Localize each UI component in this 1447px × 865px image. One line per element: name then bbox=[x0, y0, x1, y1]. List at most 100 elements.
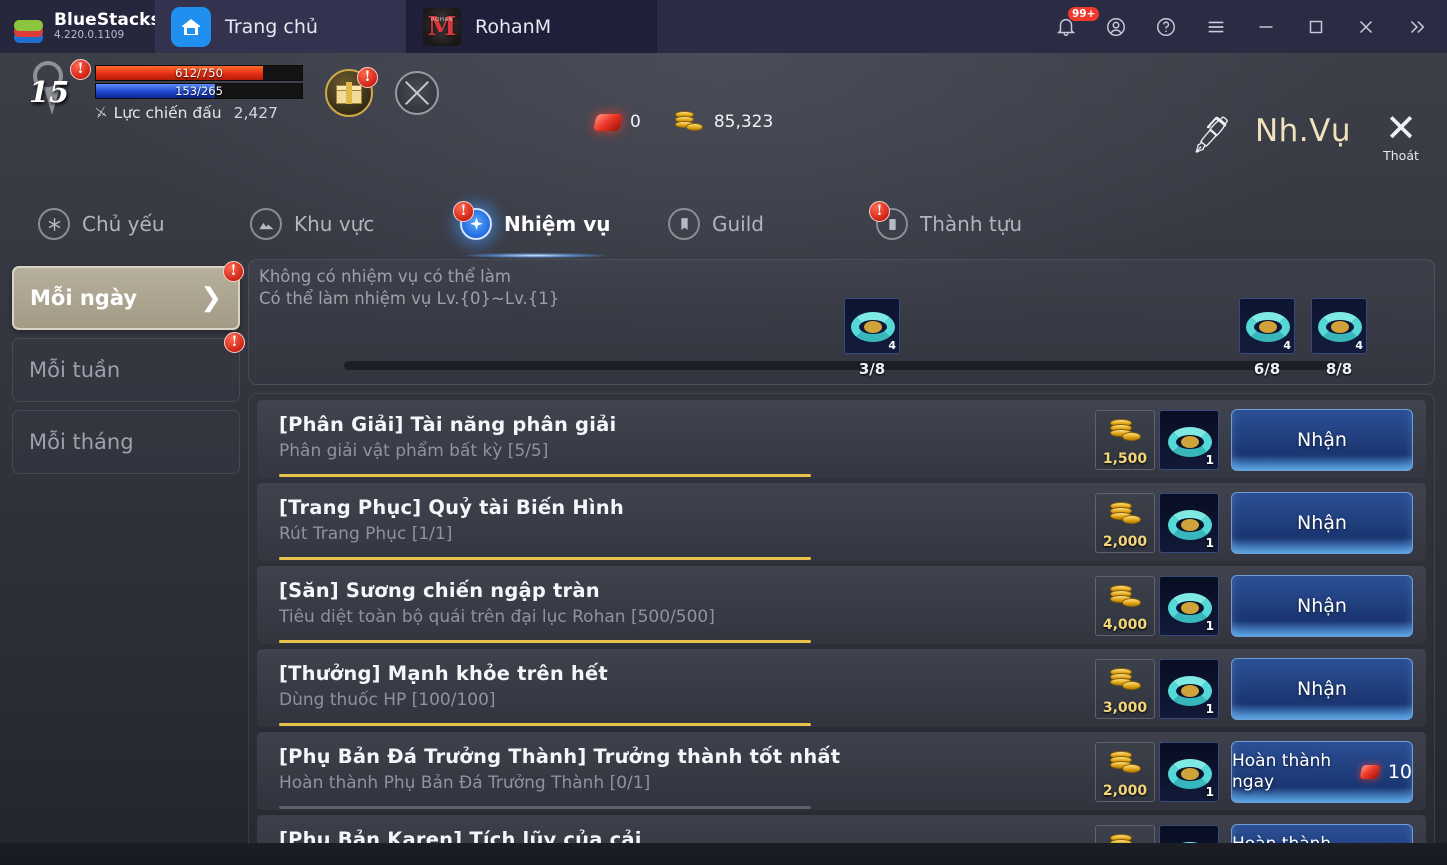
tab-label: Trang chủ bbox=[225, 15, 318, 38]
hint-line-2: Có thể làm nhiệm vụ Lv.{0}~Lv.{1} bbox=[259, 289, 560, 309]
quest-progress-panel: Không có nhiệm vụ có thể làm Có thể làm … bbox=[248, 259, 1435, 385]
tab-nhiem-vu[interactable]: ! Nhiệm vụ bbox=[453, 193, 611, 258]
claim-button[interactable]: Nhận bbox=[1231, 657, 1413, 720]
wheel-button[interactable] bbox=[395, 71, 439, 115]
tab-label: Khu vực bbox=[294, 212, 375, 236]
gem-icon bbox=[1359, 764, 1381, 779]
mountain-circle-icon bbox=[250, 208, 282, 240]
reward-item-qty: 1 bbox=[1205, 618, 1214, 633]
tab-thanh-tuu[interactable]: ! Thành tựu bbox=[869, 193, 1022, 255]
sidebar-item-moi-ngay[interactable]: Mỗi ngày ❯ ! bbox=[12, 261, 244, 330]
quest-title: [Trang Phục] Quỷ tài Biến Hình bbox=[279, 495, 624, 519]
instant-complete-button[interactable]: Hoàn thành ngay 10 bbox=[1231, 740, 1413, 803]
brand-version: 4.220.0.1109 bbox=[54, 29, 125, 42]
bottom-strip bbox=[0, 843, 1447, 865]
combat-power-label: Lực chiến đấu bbox=[113, 104, 222, 122]
tab-label: Nhiệm vụ bbox=[504, 212, 611, 236]
tab-trang-chu[interactable]: Trang chủ bbox=[155, 0, 407, 53]
titlebar-spacer bbox=[657, 0, 1041, 53]
combat-power: ⚔ Lực chiến đấu 2,427 bbox=[94, 104, 303, 122]
quest-desc: Tiêu diệt toàn bộ quái trên đại lục Roha… bbox=[279, 606, 715, 627]
combat-power-value: 2,427 bbox=[233, 104, 278, 122]
reward-gold-amount: 2,000 bbox=[1102, 533, 1148, 550]
page-title: Nh.Vụ bbox=[1254, 113, 1351, 149]
exit-button[interactable]: ✕ Thoát bbox=[1373, 109, 1429, 163]
quest-progress-underline bbox=[279, 556, 811, 560]
sidebar-item-moi-thang[interactable]: Mỗi tháng bbox=[12, 410, 240, 474]
claim-button[interactable]: Nhận bbox=[1231, 574, 1413, 637]
tab-guild[interactable]: Guild bbox=[668, 193, 764, 255]
quest-title: [Thưởng] Mạnh khỏe trên hết bbox=[279, 661, 608, 685]
quest-text: [Phụ Bản Đá Trưởng Thành] Trưởng thành t… bbox=[257, 745, 1095, 809]
hp-value: 612/750 bbox=[175, 66, 223, 80]
claim-button[interactable]: Nhận bbox=[1231, 491, 1413, 554]
quill-icon: 🖋 bbox=[1188, 113, 1235, 157]
tab-chu-yeu[interactable]: Chủ yếu bbox=[38, 193, 165, 255]
main-tab-bar: Chủ yếu Khu vực ! Nhiệm vụ Guild ! Thành… bbox=[0, 193, 1447, 258]
account-icon[interactable] bbox=[1091, 0, 1141, 53]
reward-gold: 1,500 bbox=[1095, 409, 1155, 470]
menu-icon[interactable] bbox=[1191, 0, 1241, 53]
gift-button[interactable]: ! bbox=[325, 67, 378, 117]
reward-gold-amount: 4,000 bbox=[1102, 616, 1148, 633]
quest-text: [Thưởng] Mạnh khỏe trên hết Dùng thuốc H… bbox=[257, 661, 1095, 726]
table-row[interactable]: [Phụ Bản Đá Trưởng Thành] Trưởng thành t… bbox=[257, 732, 1426, 810]
hp-bar: 612/750 bbox=[95, 65, 303, 81]
button-label: Nhận bbox=[1297, 511, 1347, 534]
progress-node-label: 8/8 bbox=[1325, 360, 1353, 378]
bell-icon[interactable]: 99+ bbox=[1041, 0, 1100, 53]
close-icon[interactable] bbox=[1341, 0, 1391, 53]
quest-plus-icon: ! bbox=[453, 201, 492, 240]
game-hud: 15 ! 612/750 153/265 ⚔ Lực chiến đấu 2,4… bbox=[0, 53, 1447, 163]
sidebar-item-label: Mỗi tháng bbox=[29, 430, 134, 454]
tab-khu-vuc[interactable]: Khu vực bbox=[250, 193, 374, 255]
tab-label: RohanM bbox=[475, 15, 552, 38]
minimize-icon[interactable] bbox=[1241, 0, 1291, 53]
hud-player-status: 15 ! 612/750 153/265 ⚔ Lực chiến đấu 2,4… bbox=[18, 57, 439, 127]
sidebar-alert-badge: ! bbox=[223, 261, 244, 282]
sidebar-item-moi-tuan[interactable]: Mỗi tuần ! bbox=[12, 332, 245, 402]
currency-gem[interactable]: 0 bbox=[593, 112, 641, 132]
button-label: Nhận bbox=[1297, 428, 1347, 451]
star-circle-icon bbox=[38, 208, 70, 240]
table-row[interactable]: [Săn] Sương chiến ngập tràn Tiêu diệt to… bbox=[257, 566, 1426, 644]
table-row[interactable]: [Thưởng] Mạnh khỏe trên hết Dùng thuốc H… bbox=[257, 649, 1426, 727]
reward-item: 1 bbox=[1159, 492, 1219, 553]
exit-label: Thoát bbox=[1383, 148, 1419, 163]
tab-rohanm[interactable]: ROHAN M RohanM bbox=[407, 0, 657, 53]
wheel-icon bbox=[395, 71, 439, 115]
quest-text: [Săn] Sương chiến ngập tràn Tiêu diệt to… bbox=[257, 578, 1095, 643]
reward-item-qty: 1 bbox=[1205, 452, 1214, 467]
gem-value: 0 bbox=[630, 112, 641, 132]
level-badge: 15 bbox=[18, 57, 80, 127]
bluestacks-titlebar: BlueStacks 4.220.0.1109 Trang chủ ROHAN M… bbox=[0, 0, 1447, 53]
titlebar-system-buttons: 99+ bbox=[1041, 0, 1447, 53]
level-number: 15 bbox=[28, 75, 70, 109]
gem-icon bbox=[593, 113, 623, 131]
hud-currency: 0 85,323 bbox=[593, 111, 773, 133]
gold-coin-icon bbox=[674, 111, 705, 133]
claim-button[interactable]: Nhận bbox=[1231, 408, 1413, 471]
hint-line-1: Không có nhiệm vụ có thể làm bbox=[259, 267, 511, 286]
tab-label: Chủ yếu bbox=[82, 212, 165, 236]
maximize-icon[interactable] bbox=[1291, 0, 1341, 53]
sidebar-item-label: Mỗi tuần bbox=[29, 358, 121, 382]
help-icon[interactable] bbox=[1141, 0, 1191, 53]
table-row[interactable]: [Trang Phục] Quỷ tài Biến Hình Rút Trang… bbox=[257, 483, 1426, 561]
currency-gold[interactable]: 85,323 bbox=[674, 111, 773, 133]
reward-item: 1 bbox=[1159, 409, 1219, 470]
mp-value: 153/265 bbox=[175, 84, 223, 98]
close-icon: ✕ bbox=[1385, 106, 1417, 150]
quest-text: [Phân Giải] Tài năng phân giải Phân giải… bbox=[257, 413, 1095, 477]
quest-title: [Săn] Sương chiến ngập tràn bbox=[279, 578, 600, 602]
button-cost: 10 bbox=[1387, 760, 1412, 783]
mp-bar: 153/265 bbox=[95, 83, 303, 99]
progress-node-3[interactable]: 4 8/8 bbox=[1279, 298, 1399, 378]
reward-qty: 4 bbox=[1355, 339, 1363, 352]
progress-node-1[interactable]: 4 3/8 bbox=[812, 298, 932, 378]
chevron-right-icon: ❯ bbox=[200, 283, 222, 313]
progress-node-label: 3/8 bbox=[858, 360, 886, 378]
table-row[interactable]: [Phân Giải] Tài năng phân giải Phân giải… bbox=[257, 400, 1426, 478]
chevron-double-right-icon[interactable] bbox=[1391, 0, 1441, 53]
button-label: Hoàn thành ngay bbox=[1232, 751, 1332, 792]
